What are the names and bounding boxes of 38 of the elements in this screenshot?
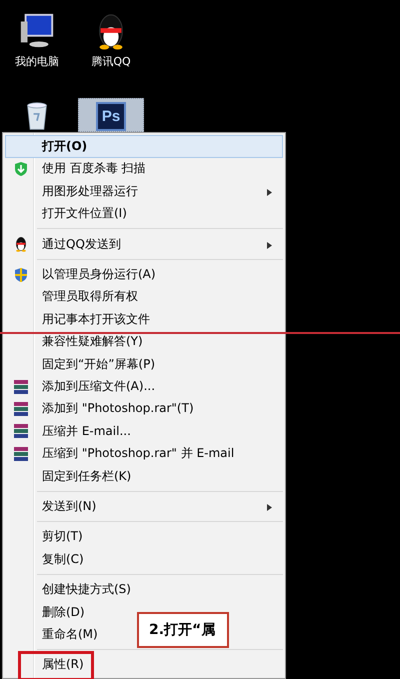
- menu-item[interactable]: 删除(D): [42, 604, 85, 621]
- menu-item[interactable]: 通过QQ发送到: [42, 236, 121, 253]
- menu-item[interactable]: 重命名(M): [42, 626, 98, 643]
- menu-item[interactable]: 复制(C): [42, 550, 84, 568]
- menu-item[interactable]: 使用 百度杀毒 扫描: [42, 160, 146, 178]
- menu-item[interactable]: 创建快捷方式(S): [42, 581, 131, 598]
- menu-item[interactable]: 压缩到 "Photoshop.rar" 并 E-mail: [42, 445, 234, 462]
- submenu-arrow-icon: [267, 189, 272, 196]
- menu-item[interactable]: 添加到压缩文件(A)...: [42, 378, 156, 395]
- books-icon: [13, 378, 29, 394]
- menu-item[interactable]: 用记事本打开该文件: [42, 310, 150, 328]
- menu-item[interactable]: 打开文件位置(I): [42, 205, 127, 222]
- books-icon: [13, 423, 29, 440]
- menu-item[interactable]: 压缩并 E-mail...: [42, 422, 131, 440]
- photoshop-logo-icon: Ps: [96, 102, 126, 132]
- menu-item[interactable]: 打开(O): [5, 135, 283, 158]
- menu-item[interactable]: 兼容性疑难解答(Y): [42, 333, 143, 350]
- books-icon: [13, 446, 29, 462]
- menu-item[interactable]: 管理员取得所有权: [42, 288, 138, 306]
- shield-icon: [13, 266, 29, 283]
- menu-item[interactable]: 发送到(N): [42, 498, 96, 515]
- desktop-icon-label[interactable]: 腾讯QQ: [91, 54, 131, 69]
- submenu-arrow-icon: [267, 504, 272, 512]
- menu-item[interactable]: 用图形处理器运行: [42, 182, 138, 200]
- menu-item[interactable]: 剪切(T): [42, 528, 83, 546]
- penguin-icon: [13, 236, 29, 252]
- menu-item[interactable]: 固定到任务栏(K): [42, 468, 132, 485]
- desktop-icon-label[interactable]: 我的电脑: [15, 54, 59, 69]
- menu-item[interactable]: 添加到 "Photoshop.rar"(T): [42, 400, 194, 418]
- books-icon: [13, 400, 29, 417]
- selected-desktop-icon[interactable]: Ps: [78, 98, 144, 132]
- shield-icon: [13, 160, 29, 177]
- menu-item[interactable]: 固定到“开始”屏幕(P): [42, 356, 156, 373]
- menu-item[interactable]: 以管理员身份运行(A): [42, 266, 156, 284]
- computer-icon: [18, 12, 56, 50]
- menu-item[interactable]: 属性(R): [42, 656, 84, 674]
- callout-label: 2.打开“属: [137, 612, 230, 648]
- submenu-arrow-icon: [267, 242, 272, 249]
